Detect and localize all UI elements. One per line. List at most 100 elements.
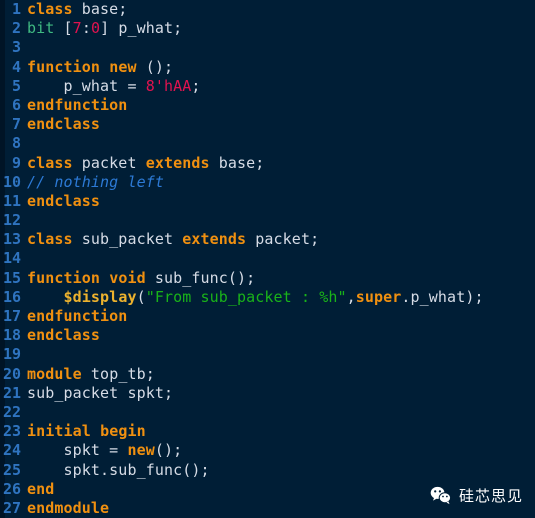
code-line[interactable]: 4 function new ();	[0, 58, 535, 77]
code-line[interactable]: 13 class sub_packet extends packet;	[0, 230, 535, 249]
code-token-cmt: // nothing left	[27, 172, 164, 191]
code-token-id: ;	[191, 76, 201, 95]
line-number: 21	[2, 383, 21, 402]
code-token-kw: endclass	[27, 115, 101, 134]
code-token-id	[100, 269, 109, 287]
code-token-kw: initial	[27, 422, 91, 441]
code-line[interactable]: 24 spkt = new();	[0, 441, 535, 460]
code-token-type: bit	[27, 19, 55, 38]
line-content[interactable]: endfunction	[23, 307, 127, 326]
line-content[interactable]: // nothing left	[23, 173, 164, 192]
code-line[interactable]: 3	[0, 38, 535, 57]
code-editor-area[interactable]: 1 class base; 2 bit [7:0] p_what; 3 4 function…	[0, 0, 535, 518]
code-line[interactable]: 14	[0, 249, 535, 268]
code-line[interactable]: 12	[0, 211, 535, 230]
line-content[interactable]: spkt.sub_func();	[23, 461, 210, 480]
code-token-id	[91, 422, 100, 440]
line-number: 13	[2, 230, 21, 249]
line-content[interactable]: function void sub_func();	[23, 269, 255, 288]
code-token-id: sub_packet	[72, 230, 183, 249]
line-content[interactable]: endfunction	[23, 96, 127, 115]
code-token-id: p_what =	[27, 76, 146, 95]
code-token-id: base;	[209, 153, 265, 172]
code-line[interactable]: 21 sub_packet spkt;	[0, 384, 535, 403]
line-content[interactable]: class base;	[23, 0, 127, 19]
line-number: 7	[11, 115, 21, 134]
line-number: 9	[11, 153, 21, 172]
line-content[interactable]: sub_packet spkt;	[23, 384, 173, 403]
line-content[interactable]: endclass	[23, 115, 100, 134]
line-number: 6	[11, 95, 21, 114]
watermark-text: 硅芯思见	[458, 487, 523, 505]
line-number: 18	[2, 326, 21, 345]
line-content[interactable]: endmodule	[23, 499, 109, 518]
code-token-id	[100, 58, 109, 76]
code-token-id: ();	[154, 441, 183, 460]
line-content[interactable]: spkt = new();	[23, 441, 183, 460]
code-line[interactable]: 1 class base;	[0, 0, 535, 19]
code-token-kw: super	[355, 287, 402, 306]
code-token-kw: extends	[182, 230, 247, 249]
line-content[interactable]: class packet extends base;	[23, 154, 264, 173]
code-line[interactable]: 7 endclass	[0, 115, 535, 134]
code-token-id: spkt.sub_func();	[27, 460, 210, 479]
code-line[interactable]: 2 bit [7:0] p_what;	[0, 19, 535, 38]
code-token-kw: class	[27, 0, 73, 18]
line-number: 22	[2, 402, 21, 421]
code-line[interactable]: 8	[0, 134, 535, 153]
line-number: 15	[2, 268, 21, 287]
line-content[interactable]: class sub_packet extends packet;	[23, 230, 319, 249]
code-token-id: [	[54, 19, 73, 38]
line-number: 19	[2, 345, 21, 364]
line-number: 26	[2, 479, 21, 498]
line-content[interactable]: $display("From sub_packet : %h",super.p_…	[23, 288, 484, 307]
line-number: 20	[2, 364, 21, 383]
code-token-id: spkt =	[27, 441, 128, 460]
code-line[interactable]: 15 function void sub_func();	[0, 269, 535, 288]
line-content[interactable]: module top_tb;	[23, 365, 155, 384]
line-number: 8	[11, 134, 21, 153]
code-line[interactable]: 6 endfunction	[0, 96, 535, 115]
line-content[interactable]: p_what = 8'hAA;	[23, 77, 201, 96]
code-line[interactable]: 17 endfunction	[0, 307, 535, 326]
code-token-num: 0	[90, 19, 101, 38]
line-number: 11	[2, 191, 21, 210]
code-line[interactable]: 25 spkt.sub_func();	[0, 461, 535, 480]
code-line[interactable]: 10 // nothing left	[0, 173, 535, 192]
code-token-kw: extends	[145, 153, 210, 172]
line-number: 14	[2, 249, 21, 268]
code-line[interactable]: 9 class packet extends base;	[0, 154, 535, 173]
code-token-id: packet	[72, 153, 146, 172]
code-token-kw: class	[27, 230, 73, 249]
code-token-num: 7	[72, 19, 82, 38]
line-content[interactable]: function new ();	[23, 58, 173, 77]
code-token-id: .p_what);	[401, 287, 484, 306]
code-line[interactable]: 16 $display("From sub_packet : %h",super…	[0, 288, 535, 307]
code-line[interactable]: 11 endclass	[0, 192, 535, 211]
code-token-id: base;	[72, 0, 128, 18]
code-line[interactable]: 18 endclass	[0, 326, 535, 345]
code-line[interactable]: 19	[0, 345, 535, 364]
line-content[interactable]: endclass	[23, 326, 100, 345]
line-content[interactable]: initial begin	[23, 422, 146, 441]
code-line[interactable]: 5 p_what = 8'hAA;	[0, 77, 535, 96]
code-line[interactable]: 23 initial begin	[0, 422, 535, 441]
code-token-id: :	[81, 19, 91, 38]
line-number: 10	[2, 172, 21, 191]
code-token-id: ] p_what;	[100, 19, 183, 38]
code-token-sys: $display	[63, 287, 137, 306]
line-number: 2	[11, 19, 21, 38]
code-token-str: "From sub_packet : %h"	[145, 287, 347, 306]
line-number: 23	[2, 422, 21, 441]
line-content[interactable]: bit [7:0] p_what;	[23, 19, 182, 38]
watermark: 硅芯思见	[430, 485, 523, 506]
line-content[interactable]: end	[23, 480, 54, 499]
code-line[interactable]: 22	[0, 403, 535, 422]
wechat-icon	[430, 486, 452, 505]
code-token-kw: new	[127, 441, 155, 460]
code-token-id: top_tb;	[81, 364, 155, 383]
code-token-kw: new	[109, 57, 137, 76]
code-line[interactable]: 20 module top_tb;	[0, 365, 535, 384]
line-content[interactable]: endclass	[23, 192, 100, 211]
line-number: 4	[11, 57, 21, 76]
